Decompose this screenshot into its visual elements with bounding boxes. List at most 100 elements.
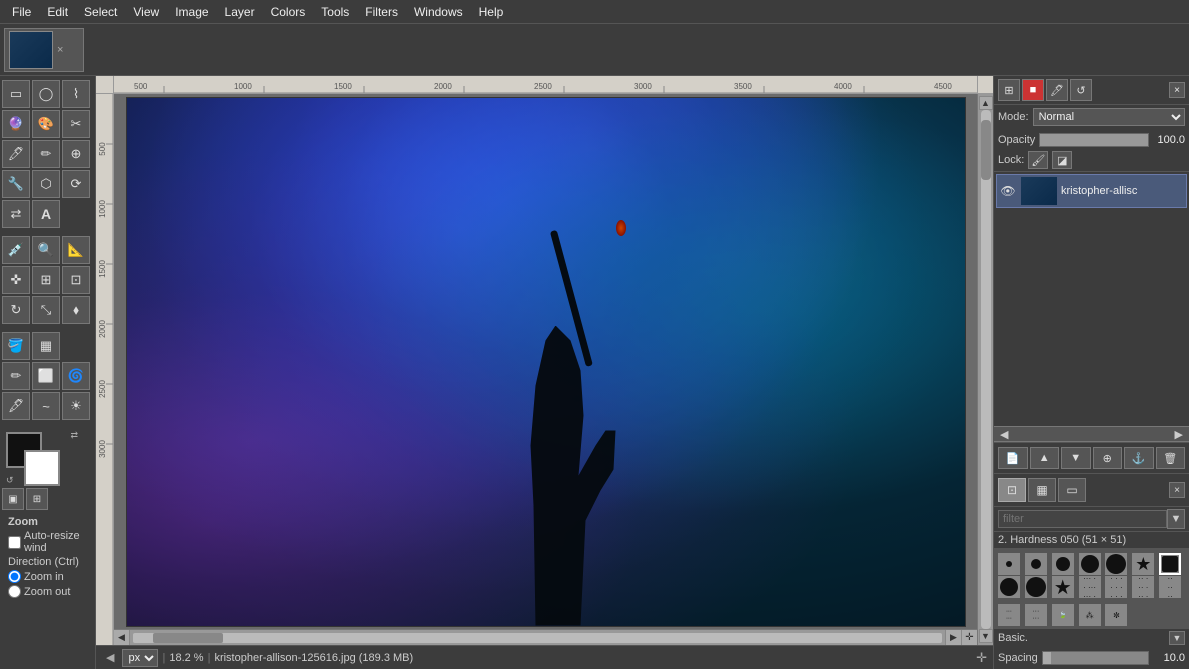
brush-cell-16[interactable]: ······ (1025, 604, 1047, 626)
v-scroll-up[interactable]: ▲ (979, 96, 993, 110)
image-tab-close[interactable]: × (57, 44, 63, 56)
scroll-corner-icon[interactable]: ✛ (961, 630, 977, 646)
main-canvas[interactable] (126, 97, 966, 627)
tool-free-select[interactable]: ⌇ (62, 80, 90, 108)
opacity-track[interactable] (1039, 133, 1149, 147)
tool-colorpicker[interactable]: 💉 (2, 236, 30, 264)
tool-smudge[interactable]: ~ (32, 392, 60, 420)
tool-dodge[interactable]: ☀ (62, 392, 90, 420)
brush-cell-11[interactable]: ··· ·· ··· ··· · (1079, 576, 1101, 598)
patterns-tab[interactable]: ▦ (1028, 478, 1056, 502)
brush-cell-5[interactable] (1105, 553, 1127, 575)
mode-select[interactable]: Normal (1033, 108, 1185, 126)
layer-new-btn[interactable]: 📄 (998, 447, 1028, 469)
brush-cell-15[interactable]: ∙∙∙∙∙∙ (998, 604, 1020, 626)
tool-scale[interactable]: ⤡ (32, 296, 60, 324)
tool-flip[interactable]: ⇄ (2, 200, 30, 228)
tool-heal[interactable]: 🔧 (2, 170, 30, 198)
tool-fuzzy-select[interactable]: 🔮 (2, 110, 30, 138)
brush-filter-dropdown[interactable]: ▼ (1167, 509, 1185, 529)
h-scroll-right[interactable]: ▶ (945, 630, 961, 646)
h-scroll-left[interactable]: ◀ (114, 630, 130, 646)
menu-image[interactable]: Image (167, 3, 216, 21)
layer-duplicate-btn[interactable]: ⊕ (1093, 447, 1123, 469)
tool-quick-mask[interactable]: ▣ (2, 488, 24, 510)
v-scroll-down[interactable]: ▼ (979, 629, 993, 643)
layers-icon2[interactable]: ■ (1022, 79, 1044, 101)
swap-colors[interactable]: ⇄ (70, 430, 78, 441)
spacing-track[interactable] (1042, 651, 1149, 665)
menu-windows[interactable]: Windows (406, 3, 471, 21)
tool-ink[interactable]: 🖋 (2, 392, 30, 420)
canvas-container[interactable] (114, 94, 977, 629)
zoom-out-radio[interactable]: Zoom out (8, 585, 87, 598)
brush-cell-8[interactable] (998, 576, 1020, 598)
layers-icon4[interactable]: ↺ (1070, 79, 1092, 101)
layers-icon1[interactable]: ⊞ (998, 79, 1020, 101)
brush-cell-14[interactable]: ···· ·· (1159, 576, 1181, 598)
lock-alpha-btn[interactable]: ◪ (1052, 151, 1072, 169)
zoom-autoresize[interactable]: Auto-resize wind (8, 530, 87, 554)
tool-shear[interactable]: ⬧ (62, 296, 90, 324)
panel-close-btn[interactable]: × (1169, 82, 1185, 98)
brush-cell-1[interactable] (998, 553, 1020, 575)
menu-tools[interactable]: Tools (313, 3, 357, 21)
brush-cell-9[interactable] (1025, 576, 1047, 598)
unit-select[interactable]: px (122, 649, 158, 667)
brush-category-expand[interactable]: ▼ (1169, 631, 1185, 645)
tool-paintbrush[interactable]: ✏ (32, 140, 60, 168)
brush-cell-12[interactable]: · · ·· · ·· · · (1105, 576, 1127, 598)
tool-crop[interactable]: ⊡ (62, 266, 90, 294)
tool-move[interactable]: ✜ (2, 266, 30, 294)
reset-colors[interactable]: ↺ (6, 475, 14, 486)
zoom-autoresize-checkbox[interactable] (8, 536, 21, 549)
tool-by-color[interactable]: 🎨 (32, 110, 60, 138)
zoom-in-radio[interactable]: Zoom in (8, 570, 87, 583)
brush-cell-2[interactable] (1025, 553, 1047, 575)
tool-ellipse-select[interactable]: ◯ (32, 80, 60, 108)
tool-text[interactable]: A (32, 200, 60, 228)
tool-rect-select[interactable]: ▭ (2, 80, 30, 108)
brush-cell-6[interactable]: ★ (1132, 553, 1154, 575)
tool-airbrush[interactable]: 🌀 (62, 362, 90, 390)
brush-cell-3[interactable] (1052, 553, 1074, 575)
tool-perspective[interactable]: ⬡ (32, 170, 60, 198)
zoom-in-radio-input[interactable] (8, 570, 21, 583)
menu-colors[interactable]: Colors (263, 3, 314, 21)
background-color[interactable] (24, 450, 60, 486)
layers-icon3[interactable]: 🖊 (1046, 79, 1068, 101)
menu-edit[interactable]: Edit (39, 3, 76, 21)
menu-filters[interactable]: Filters (357, 3, 406, 21)
brush-cell-7[interactable] (1159, 553, 1181, 575)
tool-clone[interactable]: ⊕ (62, 140, 90, 168)
gradients-tab[interactable]: ▭ (1058, 478, 1086, 502)
image-tab[interactable]: × (4, 28, 84, 72)
brush-cell-19[interactable]: ✼ (1105, 604, 1127, 626)
tool-bucket-fill[interactable]: 🪣 (2, 332, 30, 360)
tool-zoom[interactable]: 🔍 (32, 236, 60, 264)
brush-cell-4[interactable] (1079, 553, 1101, 575)
layer-visibility-toggle[interactable]: 👁 (999, 182, 1017, 200)
menu-view[interactable]: View (125, 3, 167, 21)
v-scrollbar-thumb[interactable] (981, 120, 991, 180)
tool-align[interactable]: ⊞ (32, 266, 60, 294)
menu-layer[interactable]: Layer (217, 3, 263, 21)
h-scrollbar-thumb[interactable] (153, 633, 223, 643)
tool-scissors[interactable]: ✂ (62, 110, 90, 138)
tool-transform[interactable]: ⟳ (62, 170, 90, 198)
nav-cross-icon[interactable]: ✛ (976, 650, 987, 666)
layer-delete-btn[interactable]: 🗑 (1156, 447, 1186, 469)
menu-file[interactable]: File (4, 3, 39, 21)
brush-cell-18[interactable]: ⁂ (1079, 604, 1101, 626)
menu-help[interactable]: Help (471, 3, 512, 21)
brush-cell-10[interactable]: ★ (1052, 576, 1074, 598)
brush-panel-expand[interactable]: × (1169, 482, 1185, 498)
menu-select[interactable]: Select (76, 3, 125, 21)
status-left-arrow[interactable]: ◀ (102, 651, 118, 664)
layers-scroll-left[interactable]: ◀ (998, 428, 1010, 441)
layer-item[interactable]: 👁 kristopher-allisc (996, 174, 1187, 208)
brush-cell-17[interactable]: 🍃 (1052, 604, 1074, 626)
zoom-out-radio-input[interactable] (8, 585, 21, 598)
brushes-tab[interactable]: ⊡ (998, 478, 1026, 502)
layer-anchor-btn[interactable]: ⚓ (1124, 447, 1154, 469)
